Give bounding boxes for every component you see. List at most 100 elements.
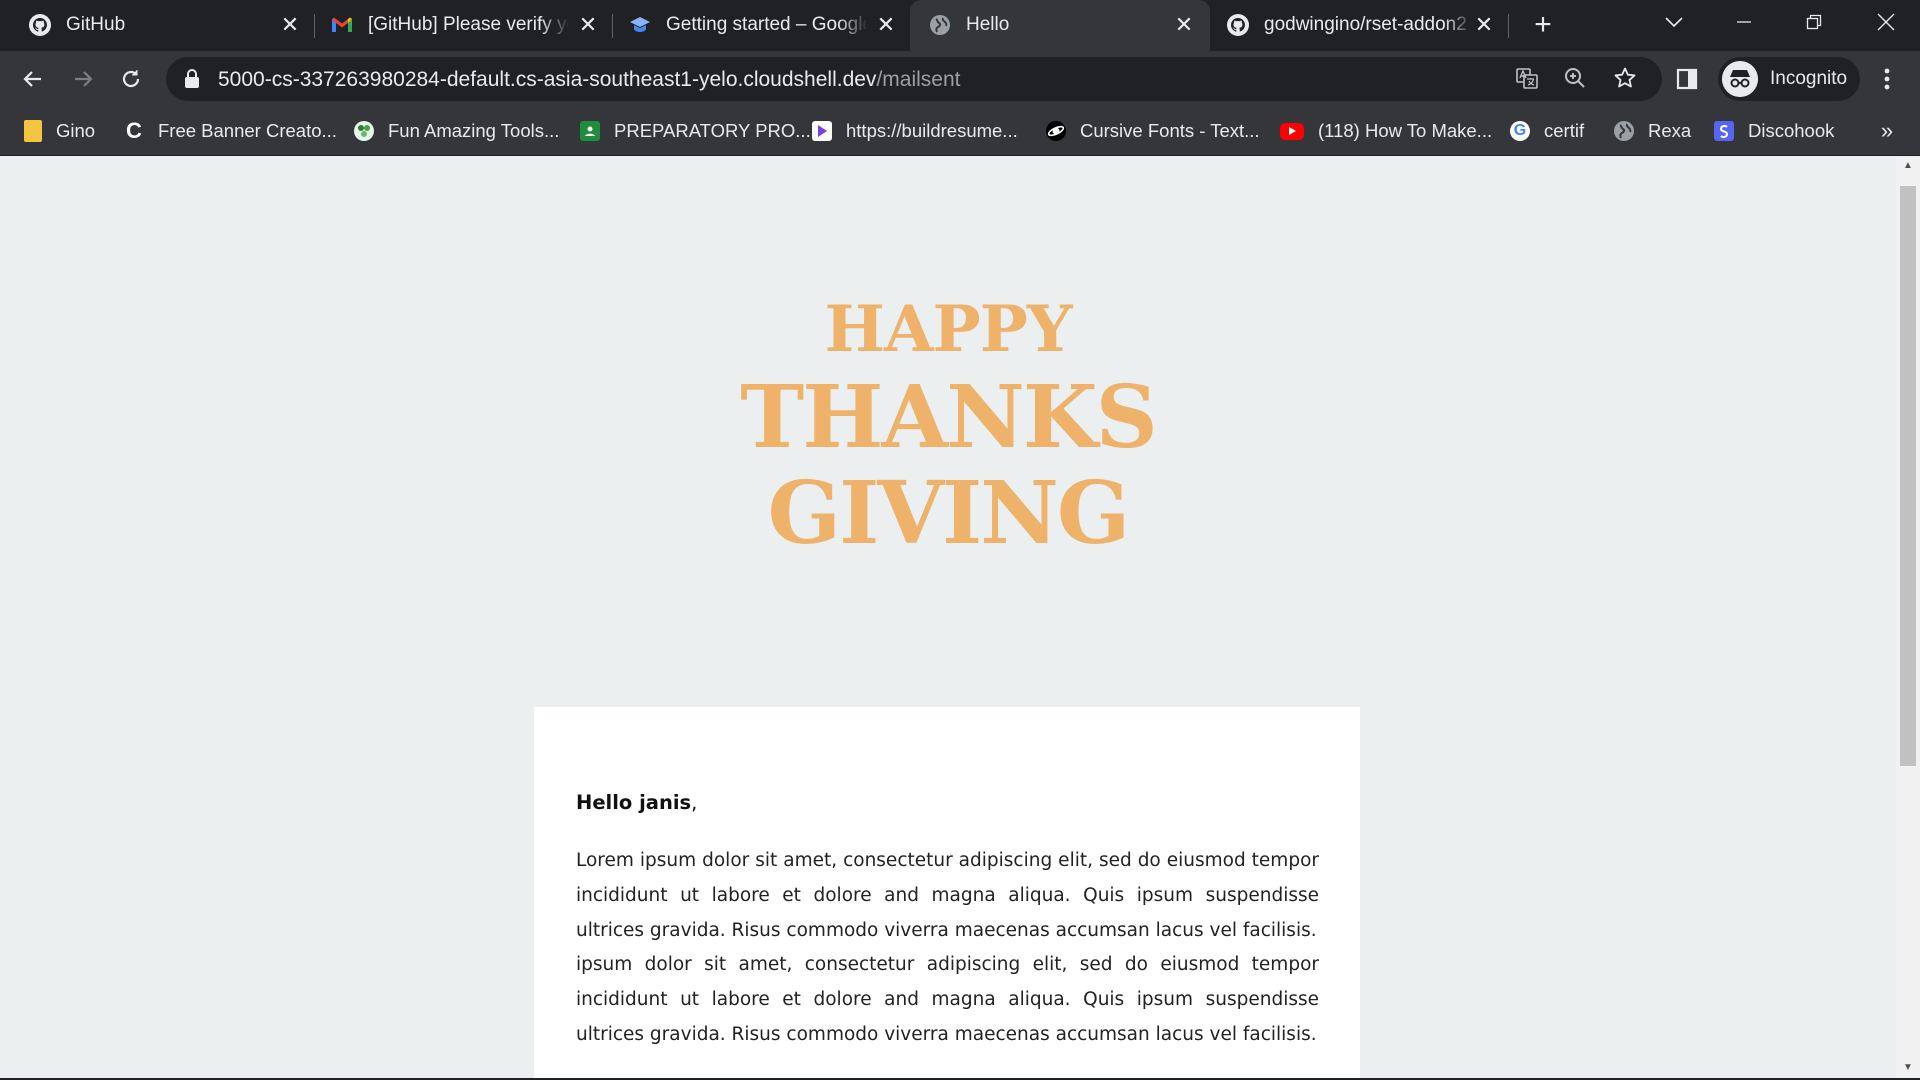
reload-button[interactable] bbox=[114, 62, 148, 96]
tab-hello[interactable]: Hello ✕ bbox=[910, 0, 1210, 51]
tab-gmail[interactable]: [GitHub] Please verify yo ✕ bbox=[314, 0, 614, 51]
greeting-punct: , bbox=[691, 791, 698, 814]
incognito-icon bbox=[1722, 61, 1758, 97]
tab-title-fade bbox=[540, 10, 570, 40]
hero-line-2: THANKS bbox=[740, 367, 1157, 468]
scrollbar-thumb[interactable] bbox=[1900, 186, 1916, 766]
close-icon[interactable]: ✕ bbox=[1172, 13, 1196, 37]
bookmark-label: certif bbox=[1544, 120, 1585, 141]
url-path: /mailsent bbox=[876, 68, 961, 91]
url-host: 5000-cs-337263980284-default.cs-asia-sou… bbox=[218, 68, 877, 91]
bookmark-label: Free Banner Creato... bbox=[158, 120, 337, 141]
bookmarks-overflow-button[interactable]: » bbox=[1872, 114, 1902, 148]
browser-menu-button[interactable] bbox=[1872, 62, 1902, 96]
globe-icon bbox=[1614, 121, 1634, 141]
zoom-button[interactable] bbox=[1562, 66, 1588, 92]
tab-title-fade bbox=[1444, 10, 1474, 40]
bookmark-item[interactable]: G certif bbox=[1510, 107, 1584, 155]
folder-icon bbox=[24, 120, 42, 142]
bookmark-item[interactable]: (118) How To Make... bbox=[1280, 107, 1492, 155]
tab-separator bbox=[1508, 14, 1509, 38]
translate-icon bbox=[1516, 68, 1538, 89]
hero-line-1: HAPPY bbox=[824, 292, 1072, 367]
tab-title-fade bbox=[838, 10, 868, 40]
bookmark-label: https://buildresume... bbox=[846, 120, 1018, 141]
tab-title: [GitHub] Please verify yo bbox=[368, 14, 568, 35]
play-icon bbox=[812, 121, 832, 141]
hero-line-3: GIVING bbox=[767, 463, 1131, 564]
greeting: Hello janis, bbox=[576, 791, 697, 814]
chevron-down-icon bbox=[1665, 17, 1683, 28]
c-logo-icon: C bbox=[126, 118, 142, 143]
message-card: Hello janis, Lorem ipsum dolor sit amet,… bbox=[534, 707, 1360, 1078]
side-panel-button[interactable] bbox=[1670, 62, 1704, 96]
globe-icon bbox=[930, 15, 950, 35]
forward-button[interactable] bbox=[66, 62, 100, 96]
github-icon bbox=[29, 14, 51, 36]
close-icon[interactable]: ✕ bbox=[1472, 13, 1496, 37]
bookmark-item[interactable]: https://buildresume... bbox=[812, 107, 1018, 155]
youtube-icon bbox=[1280, 122, 1304, 140]
minimize-button[interactable] bbox=[1714, 0, 1774, 44]
profile-label: Incognito bbox=[1770, 68, 1848, 89]
page-scrollbar[interactable]: ▲ ▼ bbox=[1896, 156, 1920, 1078]
lock-icon[interactable] bbox=[184, 69, 200, 89]
bookmark-item[interactable]: Discohook bbox=[1714, 107, 1834, 155]
classroom-icon bbox=[580, 121, 600, 141]
bookmark-item[interactable]: Fun Amazing Tools... bbox=[354, 107, 559, 155]
github-icon bbox=[1227, 14, 1249, 36]
browser-toolbar: 5000-cs-337263980284-default.cs-asia-sou… bbox=[0, 51, 1920, 107]
scroll-up-icon[interactable]: ▲ bbox=[1896, 156, 1920, 176]
gmail-icon bbox=[332, 17, 352, 32]
more-vert-icon bbox=[1884, 68, 1890, 90]
bookmark-label: Fun Amazing Tools... bbox=[388, 120, 560, 141]
bookmark-label: (118) How To Make... bbox=[1318, 120, 1493, 141]
close-icon[interactable]: ✕ bbox=[278, 13, 302, 37]
bookmark-item[interactable]: Rexa bbox=[1614, 107, 1691, 155]
restore-icon bbox=[1806, 14, 1822, 30]
arrow-left-icon bbox=[23, 71, 41, 87]
plus-icon: + bbox=[1534, 8, 1552, 41]
tab-title: godwingino/rset-addon2 bbox=[1264, 14, 1467, 35]
close-window-button[interactable] bbox=[1856, 0, 1916, 44]
scroll-down-icon[interactable]: ▼ bbox=[1896, 1058, 1920, 1078]
bookmarks-bar: Gino C Free Banner Creato... Fun Amazing… bbox=[0, 107, 1920, 155]
bookmark-label: Rexa bbox=[1648, 120, 1692, 141]
new-tab-button[interactable]: + bbox=[1528, 10, 1558, 40]
tab-getting-started[interactable]: Getting started – Google ✕ bbox=[612, 0, 908, 51]
greeting-name: Hello janis bbox=[576, 791, 692, 814]
google-icon: G bbox=[1510, 121, 1530, 141]
cloud-skills-icon bbox=[630, 17, 650, 32]
close-icon[interactable]: ✕ bbox=[576, 13, 600, 37]
bookmark-item[interactable]: Gino bbox=[24, 107, 95, 155]
tab-github[interactable]: GitHub ✕ bbox=[0, 0, 306, 51]
incognito-profile-button[interactable]: Incognito bbox=[1718, 57, 1860, 101]
bookmark-star-button[interactable] bbox=[1612, 66, 1638, 92]
bookmark-label: Gino bbox=[56, 120, 96, 141]
back-button[interactable] bbox=[16, 62, 50, 96]
bookmark-label: Discohook bbox=[1748, 120, 1835, 141]
body-paragraph-1: Lorem ipsum dolor sit amet, consectetur … bbox=[576, 850, 1319, 941]
bookmark-item[interactable]: PREPARATORY PRO... bbox=[580, 107, 811, 155]
bookmark-label: Cursive Fonts - Text... bbox=[1080, 120, 1260, 141]
discohook-icon bbox=[1714, 121, 1734, 141]
tab-rset-addon[interactable]: godwingino/rset-addon2 ✕ bbox=[1210, 0, 1512, 51]
restore-button[interactable] bbox=[1784, 0, 1844, 44]
page-viewport: HAPPY THANKS GIVING Hello janis, Lorem i… bbox=[0, 156, 1896, 1078]
bookmark-item[interactable]: Cursive Fonts - Text... bbox=[1046, 107, 1260, 155]
planet-icon bbox=[1046, 121, 1066, 141]
star-icon bbox=[1614, 67, 1636, 88]
hero-heading: HAPPY THANKS GIVING bbox=[0, 290, 1896, 562]
zoom-icon bbox=[1565, 68, 1585, 88]
tab-title: Getting started – Google bbox=[666, 14, 866, 35]
tab-title: GitHub bbox=[66, 14, 126, 35]
translate-button[interactable] bbox=[1514, 66, 1540, 92]
bookmark-label: PREPARATORY PRO... bbox=[614, 120, 811, 141]
reload-icon bbox=[122, 70, 140, 88]
tab-search-button[interactable] bbox=[1644, 0, 1704, 44]
url-text[interactable]: 5000-cs-337263980284-default.cs-asia-sou… bbox=[218, 68, 960, 92]
address-bar[interactable]: 5000-cs-337263980284-default.cs-asia-sou… bbox=[166, 57, 1662, 101]
close-icon[interactable]: ✕ bbox=[874, 13, 898, 37]
bookmark-item[interactable]: C Free Banner Creato... bbox=[124, 107, 337, 155]
minimize-icon bbox=[1737, 21, 1751, 23]
